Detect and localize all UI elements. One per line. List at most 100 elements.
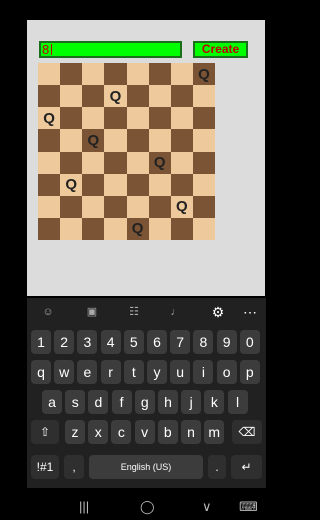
key-v[interactable]: v bbox=[134, 420, 155, 444]
board-square[interactable] bbox=[104, 129, 127, 152]
queen-square[interactable]: Q bbox=[104, 85, 127, 108]
board-square[interactable] bbox=[38, 151, 61, 174]
board-square[interactable] bbox=[148, 129, 171, 152]
board-square[interactable] bbox=[38, 63, 61, 86]
board-square[interactable] bbox=[192, 195, 215, 218]
board-square[interactable] bbox=[38, 195, 61, 218]
key-m[interactable]: m bbox=[204, 420, 225, 444]
recents-icon[interactable]: ||| bbox=[79, 499, 89, 514]
key-d[interactable]: d bbox=[88, 390, 109, 414]
key-j[interactable]: j bbox=[181, 390, 202, 414]
board-square[interactable] bbox=[104, 195, 127, 218]
key-f[interactable]: f bbox=[111, 390, 132, 414]
key-b[interactable]: b bbox=[157, 420, 178, 444]
board-square[interactable] bbox=[148, 195, 171, 218]
key-6[interactable]: 6 bbox=[147, 330, 167, 354]
create-button[interactable]: Create bbox=[193, 41, 248, 58]
gear-icon[interactable]: ⚙ bbox=[209, 304, 227, 320]
board-square[interactable] bbox=[170, 151, 193, 174]
board-square[interactable] bbox=[126, 151, 149, 174]
key-o[interactable]: o bbox=[216, 360, 237, 384]
key-7[interactable]: 7 bbox=[170, 330, 191, 354]
key-q[interactable]: q bbox=[31, 360, 51, 384]
board-square[interactable] bbox=[170, 85, 193, 108]
key-g[interactable]: g bbox=[134, 390, 155, 414]
key-3[interactable]: 3 bbox=[77, 330, 98, 354]
board-square[interactable] bbox=[82, 217, 105, 240]
mic-icon[interactable]: ♩ bbox=[167, 304, 185, 320]
key-n[interactable]: n bbox=[181, 420, 201, 444]
board-square[interactable] bbox=[104, 151, 127, 174]
board-square[interactable] bbox=[126, 129, 149, 152]
key-w[interactable]: w bbox=[54, 360, 75, 384]
space-bar[interactable]: English (US) bbox=[89, 455, 203, 479]
board-square[interactable] bbox=[148, 217, 171, 240]
board-square[interactable] bbox=[170, 107, 193, 130]
board-square[interactable] bbox=[104, 107, 127, 130]
key-x[interactable]: x bbox=[88, 420, 109, 444]
board-square[interactable] bbox=[82, 63, 105, 86]
symbols-key[interactable]: !#1 bbox=[31, 455, 59, 479]
key-r[interactable]: r bbox=[100, 360, 121, 384]
key-h[interactable]: h bbox=[158, 390, 178, 414]
board-square[interactable] bbox=[170, 63, 193, 86]
board-square[interactable] bbox=[38, 173, 61, 196]
key-9[interactable]: 9 bbox=[216, 330, 237, 354]
board-square[interactable] bbox=[126, 107, 149, 130]
home-icon[interactable]: ◯ bbox=[140, 499, 155, 515]
key-t[interactable]: t bbox=[123, 360, 144, 384]
key-s[interactable]: s bbox=[65, 390, 86, 414]
board-square[interactable] bbox=[38, 85, 61, 108]
board-square[interactable] bbox=[126, 85, 149, 108]
key-2[interactable]: 2 bbox=[54, 330, 75, 354]
board-square[interactable] bbox=[38, 217, 61, 240]
key-k[interactable]: k bbox=[204, 390, 225, 414]
board-square[interactable] bbox=[170, 173, 193, 196]
board-square[interactable] bbox=[38, 129, 61, 152]
board-square[interactable] bbox=[60, 63, 83, 86]
board-square[interactable] bbox=[192, 85, 215, 108]
emoji-icon[interactable]: ☺ bbox=[39, 304, 57, 320]
sticker-icon[interactable]: ▣ bbox=[83, 304, 101, 320]
key-p[interactable]: p bbox=[239, 360, 260, 384]
board-square[interactable] bbox=[82, 173, 105, 196]
key-5[interactable]: 5 bbox=[123, 330, 144, 354]
queen-square[interactable]: Q bbox=[148, 151, 171, 174]
board-square[interactable] bbox=[170, 217, 193, 240]
board-square[interactable] bbox=[126, 195, 149, 218]
board-square[interactable] bbox=[104, 217, 127, 240]
queen-square[interactable]: Q bbox=[60, 173, 83, 196]
board-square[interactable] bbox=[192, 217, 215, 240]
key-8[interactable]: 8 bbox=[193, 330, 214, 354]
board-square[interactable] bbox=[126, 63, 149, 86]
comma-key[interactable]: , bbox=[64, 455, 84, 479]
board-square[interactable] bbox=[82, 85, 105, 108]
key-c[interactable]: c bbox=[111, 420, 132, 444]
board-square[interactable] bbox=[126, 173, 149, 196]
board-square[interactable] bbox=[60, 107, 83, 130]
board-square[interactable] bbox=[60, 129, 83, 152]
board-square[interactable] bbox=[148, 173, 171, 196]
board-square[interactable] bbox=[82, 151, 105, 174]
key-e[interactable]: e bbox=[77, 360, 98, 384]
board-square[interactable] bbox=[104, 173, 127, 196]
board-square[interactable] bbox=[60, 195, 83, 218]
board-square[interactable] bbox=[82, 195, 105, 218]
shift-icon[interactable]: ⇧ bbox=[31, 420, 59, 444]
board-square[interactable] bbox=[82, 107, 105, 130]
key-u[interactable]: u bbox=[170, 360, 191, 384]
board-square[interactable] bbox=[192, 151, 215, 174]
board-square[interactable] bbox=[104, 63, 127, 86]
key-4[interactable]: 4 bbox=[100, 330, 121, 354]
key-a[interactable]: a bbox=[42, 390, 62, 414]
queen-square[interactable]: Q bbox=[38, 107, 61, 130]
board-square[interactable] bbox=[60, 217, 83, 240]
key-l[interactable]: l bbox=[227, 390, 248, 414]
queen-square[interactable]: Q bbox=[192, 63, 215, 86]
key-1[interactable]: 1 bbox=[31, 330, 51, 354]
key-0[interactable]: 0 bbox=[239, 330, 260, 354]
backspace-icon[interactable]: ⌫ bbox=[232, 420, 262, 444]
queen-square[interactable]: Q bbox=[126, 217, 149, 240]
clipboard-icon[interactable]: ☷ bbox=[125, 304, 143, 320]
more-icon[interactable]: ⋯ bbox=[241, 304, 259, 320]
